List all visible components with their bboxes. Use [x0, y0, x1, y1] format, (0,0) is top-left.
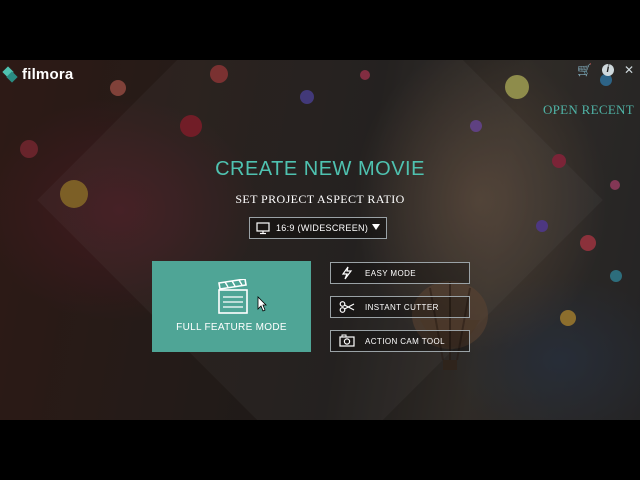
chevron-down-icon [372, 224, 380, 230]
monitor-icon [256, 222, 270, 235]
full-feature-mode-label: FULL FEATURE MODE [176, 322, 287, 333]
window-controls: 🛒 i ✕ [577, 63, 634, 77]
easy-mode-label: EASY MODE [365, 268, 417, 278]
instant-cutter-label: INSTANT CUTTER [365, 302, 439, 312]
create-new-movie-heading: CREATE NEW MOVIE [215, 158, 425, 180]
aspect-ratio-dropdown[interactable]: 16:9 (WIDESCREEN) [249, 217, 387, 239]
clapperboard-icon [218, 279, 248, 314]
filmora-logo-icon [2, 65, 18, 83]
scissors-icon [339, 301, 355, 313]
aspect-ratio-value: 16:9 (WIDESCREEN) [276, 223, 369, 233]
cart-icon[interactable]: 🛒 [577, 63, 592, 77]
instant-cutter-button[interactable]: INSTANT CUTTER [330, 296, 470, 318]
app-name: filmora [22, 66, 74, 83]
filmora-logo: filmora [2, 65, 74, 83]
action-cam-tool-button[interactable]: ACTION CAM TOOL [330, 330, 470, 352]
camera-icon [339, 334, 355, 347]
action-cam-tool-label: ACTION CAM TOOL [365, 336, 445, 346]
full-feature-mode-button[interactable]: FULL FEATURE MODE [152, 261, 311, 352]
close-icon[interactable]: ✕ [624, 63, 634, 77]
lightning-icon [341, 266, 353, 280]
mouse-cursor-icon [257, 296, 267, 312]
easy-mode-button[interactable]: EASY MODE [330, 262, 470, 284]
filmora-launcher-window: filmora 🛒 i ✕ OPEN RECENT CREATE NEW MOV… [0, 60, 640, 420]
aspect-ratio-label: SET PROJECT ASPECT RATIO [235, 192, 405, 206]
title-bar: filmora 🛒 i ✕ [0, 60, 640, 88]
open-recent-link[interactable]: OPEN RECENT [543, 102, 634, 118]
info-icon[interactable]: i [601, 64, 614, 76]
